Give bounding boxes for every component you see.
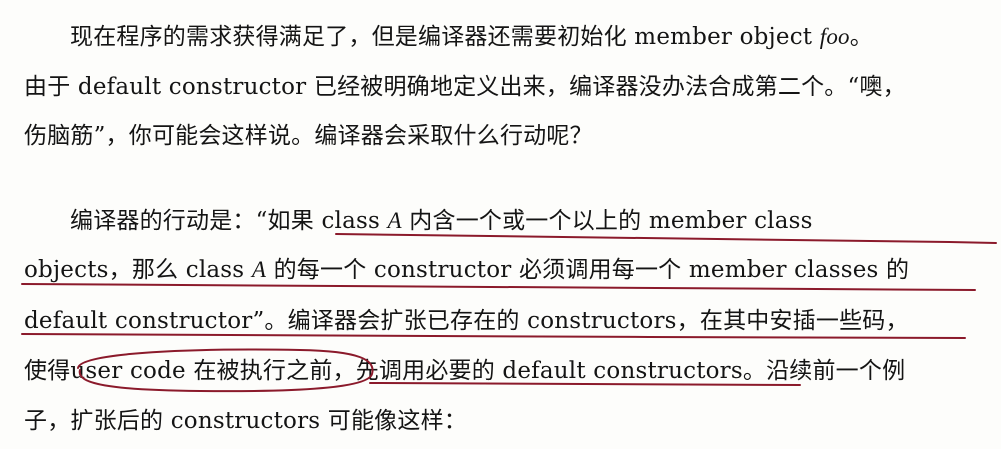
circled-text: user code 在被执行之前， xyxy=(70,358,356,384)
paragraph-1-line-2: 由于 default constructor 已经被明确地定义出来，编译器没办法… xyxy=(24,74,906,100)
text-segment: 现在程序的需求获得满足了，但是编译器还需要初始化 member object xyxy=(70,24,820,50)
text-segment: 内含一个或一个以上的 member class xyxy=(401,208,813,234)
paragraph-2-line-5: 子，扩张后的 constructors 可能像这样： xyxy=(24,408,467,434)
italic-identifier-foo: foo xyxy=(819,24,850,49)
paragraph-2-line-4: 使得user code 在被执行之前，先调用必要的 default constr… xyxy=(24,354,905,388)
italic-class-name: A xyxy=(251,257,267,282)
paragraph-2-line-2: objects，那么 class A 的每一个 constructor 必须调用… xyxy=(24,253,909,287)
text-segment: 编译器的行动是：“如果 class xyxy=(70,208,388,234)
italic-class-name: A xyxy=(387,208,402,233)
text-segment: 的每一个 constructor 必须调用每一个 member classes … xyxy=(266,257,910,283)
text-segment: objects，那么 class xyxy=(24,257,252,283)
text-segment: 。 xyxy=(849,24,873,50)
paragraph-2-line-1: 编译器的行动是：“如果 class A 内含一个或一个以上的 member cl… xyxy=(70,204,813,238)
book-page: 现在程序的需求获得满足了，但是编译器还需要初始化 member object f… xyxy=(0,0,1001,449)
text-segment: 先调用必要的 default constructors。沿续前一个例 xyxy=(355,358,906,384)
paragraph-2-line-3: default constructor”。编译器会扩张已存在的 construc… xyxy=(24,308,909,334)
paragraph-1-line-3: 伤脑筋”，你可能会这样说。编译器会采取什么行动呢？ xyxy=(24,123,593,149)
paragraph-1-line-1: 现在程序的需求获得满足了，但是编译器还需要初始化 member object f… xyxy=(70,20,873,54)
text-segment: 使得 xyxy=(24,358,71,384)
